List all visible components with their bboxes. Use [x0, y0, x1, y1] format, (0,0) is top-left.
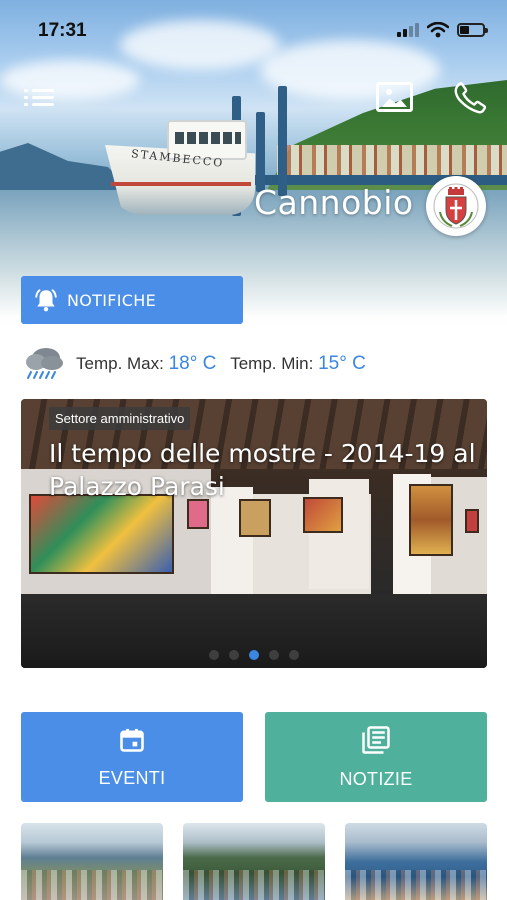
category-badge: Settore amministrativo	[49, 407, 191, 430]
slider-dot[interactable]	[229, 650, 239, 660]
temp-max-label: Temp. Max:	[76, 354, 164, 373]
slider-pagination[interactable]	[21, 650, 487, 660]
notifications-button[interactable]: NOTIFICHE	[21, 276, 243, 324]
image-gallery-icon[interactable]	[376, 82, 413, 112]
newspaper-icon	[362, 725, 390, 754]
temp-max-value: 18° C	[168, 353, 217, 374]
rain-cloud-icon	[26, 348, 63, 379]
battery-icon	[457, 23, 488, 37]
signal-icon	[397, 23, 419, 37]
phone-icon[interactable]	[452, 80, 488, 116]
weather-row: Temp. Max: 18° C Temp. Min: 15° C	[22, 340, 366, 388]
notizie-label: NOTIZIE	[339, 768, 413, 789]
notizie-button[interactable]: NOTIZIE	[265, 712, 487, 802]
wifi-icon	[427, 22, 449, 38]
news-slider[interactable]: Settore amministrativo Il tempo delle mo…	[21, 399, 487, 668]
slider-dot[interactable]	[289, 650, 299, 660]
slider-dot[interactable]	[209, 650, 219, 660]
calendar-icon	[120, 728, 144, 752]
menu-icon[interactable]	[24, 87, 56, 109]
town-crest-icon	[426, 176, 486, 236]
bell-icon	[35, 289, 57, 312]
webcam-thumbnail-3[interactable]	[345, 823, 487, 900]
eventi-button[interactable]: EVENTI	[21, 712, 243, 802]
temp-min-value: 15° C	[318, 353, 366, 374]
webcam-thumbnail-2[interactable]	[183, 823, 325, 900]
eventi-label: EVENTI	[98, 767, 166, 788]
ferry-boat-image: STAMBECCO	[105, 120, 275, 220]
temp-min-label: Temp. Min:	[230, 354, 314, 373]
webcam-thumbnail-1[interactable]	[21, 823, 163, 900]
slider-dot-active[interactable]	[249, 650, 259, 660]
status-time: 17:31	[38, 20, 87, 41]
slider-dot[interactable]	[269, 650, 279, 660]
slide-title[interactable]: Il tempo delle mostre - 2014-19 al Palaz…	[49, 437, 479, 503]
notifications-label: NOTIFICHE	[67, 290, 156, 310]
status-bar: 17:31	[0, 0, 507, 62]
town-name: Cannobio	[254, 183, 414, 222]
